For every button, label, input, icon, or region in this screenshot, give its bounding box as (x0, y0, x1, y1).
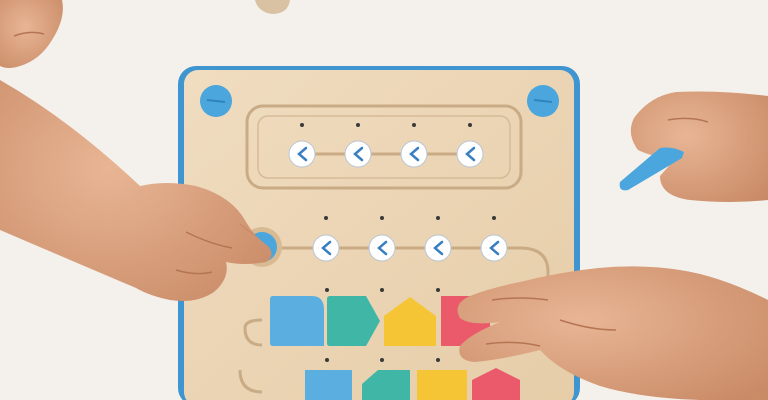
block-yellow-2[interactable] (417, 370, 467, 400)
photo-scene (0, 0, 768, 400)
block-blue[interactable] (270, 296, 324, 346)
block-blue-2[interactable] (305, 370, 352, 400)
